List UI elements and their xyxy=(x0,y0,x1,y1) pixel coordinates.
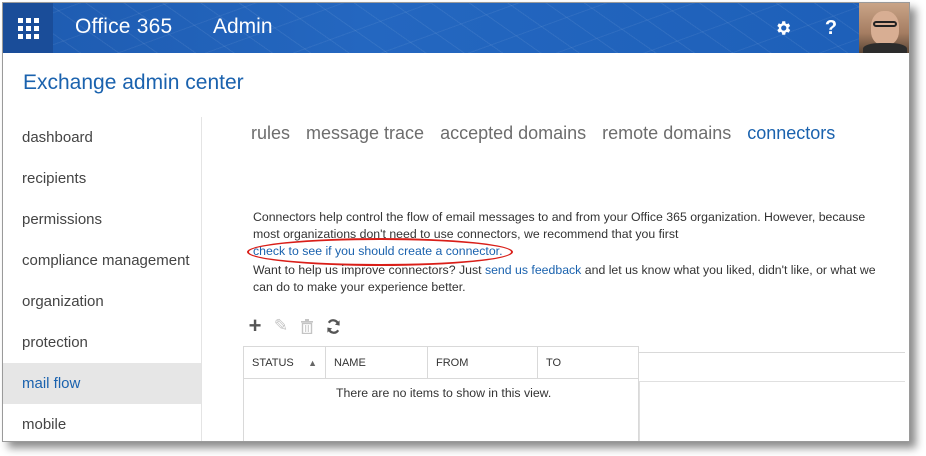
nav-item-protection[interactable]: protection xyxy=(3,322,201,363)
create-connector-help-link[interactable]: check to see if you should create a conn… xyxy=(247,238,513,266)
avatar[interactable] xyxy=(859,3,909,53)
nav-item-dashboard[interactable]: dashboard xyxy=(3,117,201,158)
help-icon[interactable]: ? xyxy=(807,3,855,53)
trash-icon xyxy=(297,315,317,337)
gear-icon-svg xyxy=(777,21,791,35)
column-header-status[interactable]: STATUS ▲ xyxy=(244,347,326,378)
avatar-glasses xyxy=(873,21,897,27)
nav-item-recipients[interactable]: recipients xyxy=(3,158,201,199)
column-header-name[interactable]: NAME xyxy=(326,347,428,378)
send-feedback-link[interactable]: send us feedback xyxy=(485,263,581,277)
plus-icon[interactable]: + xyxy=(245,313,265,338)
app-launcher-icon[interactable] xyxy=(3,3,53,53)
top-navigation-bar: Office 365 Admin ? xyxy=(3,3,909,53)
pencil-icon: ✎ xyxy=(273,316,289,335)
feedback-description: Want to help us improve connectors? Just… xyxy=(253,262,893,296)
avatar-face xyxy=(871,11,899,45)
nav-divider xyxy=(201,117,202,441)
left-navigation: dashboard recipients permissions complia… xyxy=(3,117,201,441)
refresh-icon-svg xyxy=(326,318,340,334)
details-pane xyxy=(639,352,905,441)
tab-rules[interactable]: rules xyxy=(251,123,290,144)
gear-icon[interactable] xyxy=(759,3,807,53)
tab-strip: rules message trace accepted domains rem… xyxy=(251,123,835,144)
page-title: Exchange admin center xyxy=(23,71,244,94)
column-header-label: STATUS xyxy=(252,356,294,369)
description-text: Connectors help control the flow of emai… xyxy=(253,210,866,241)
tab-remote-domains[interactable]: remote domains xyxy=(602,123,731,144)
tab-message-trace[interactable]: message trace xyxy=(306,123,424,144)
tab-accepted-domains[interactable]: accepted domains xyxy=(440,123,586,144)
connectors-description: Connectors help control the flow of emai… xyxy=(247,209,893,266)
app-window: Office 365 Admin ? Exchange admin center… xyxy=(2,2,910,442)
connectors-table: STATUS ▲ NAME FROM TO There are no items… xyxy=(243,346,639,441)
feedback-text-prefix: Want to help us improve connectors? Just xyxy=(253,263,485,277)
nav-item-organization[interactable]: organization xyxy=(3,281,201,322)
app-name: Admin xyxy=(213,15,273,38)
table-header: STATUS ▲ NAME FROM TO xyxy=(244,347,638,379)
connectors-toolbar: + ✎ xyxy=(245,313,343,338)
details-pane-body xyxy=(639,381,905,441)
column-header-to[interactable]: TO xyxy=(538,347,638,378)
brand-name[interactable]: Office 365 xyxy=(75,15,172,39)
column-header-from[interactable]: FROM xyxy=(428,347,538,378)
refresh-icon[interactable] xyxy=(323,315,343,337)
nav-item-permissions[interactable]: permissions xyxy=(3,199,201,240)
tab-connectors[interactable]: connectors xyxy=(747,123,835,144)
nav-item-mobile[interactable]: mobile xyxy=(3,404,201,441)
nav-item-mail-flow[interactable]: mail flow xyxy=(3,363,201,404)
trash-icon-svg xyxy=(301,318,313,334)
avatar-shirt xyxy=(863,43,907,53)
empty-table-message: There are no items to show in this view. xyxy=(336,386,552,400)
nav-item-compliance-management[interactable]: compliance management xyxy=(3,240,201,281)
sort-ascending-icon: ▲ xyxy=(308,358,317,368)
